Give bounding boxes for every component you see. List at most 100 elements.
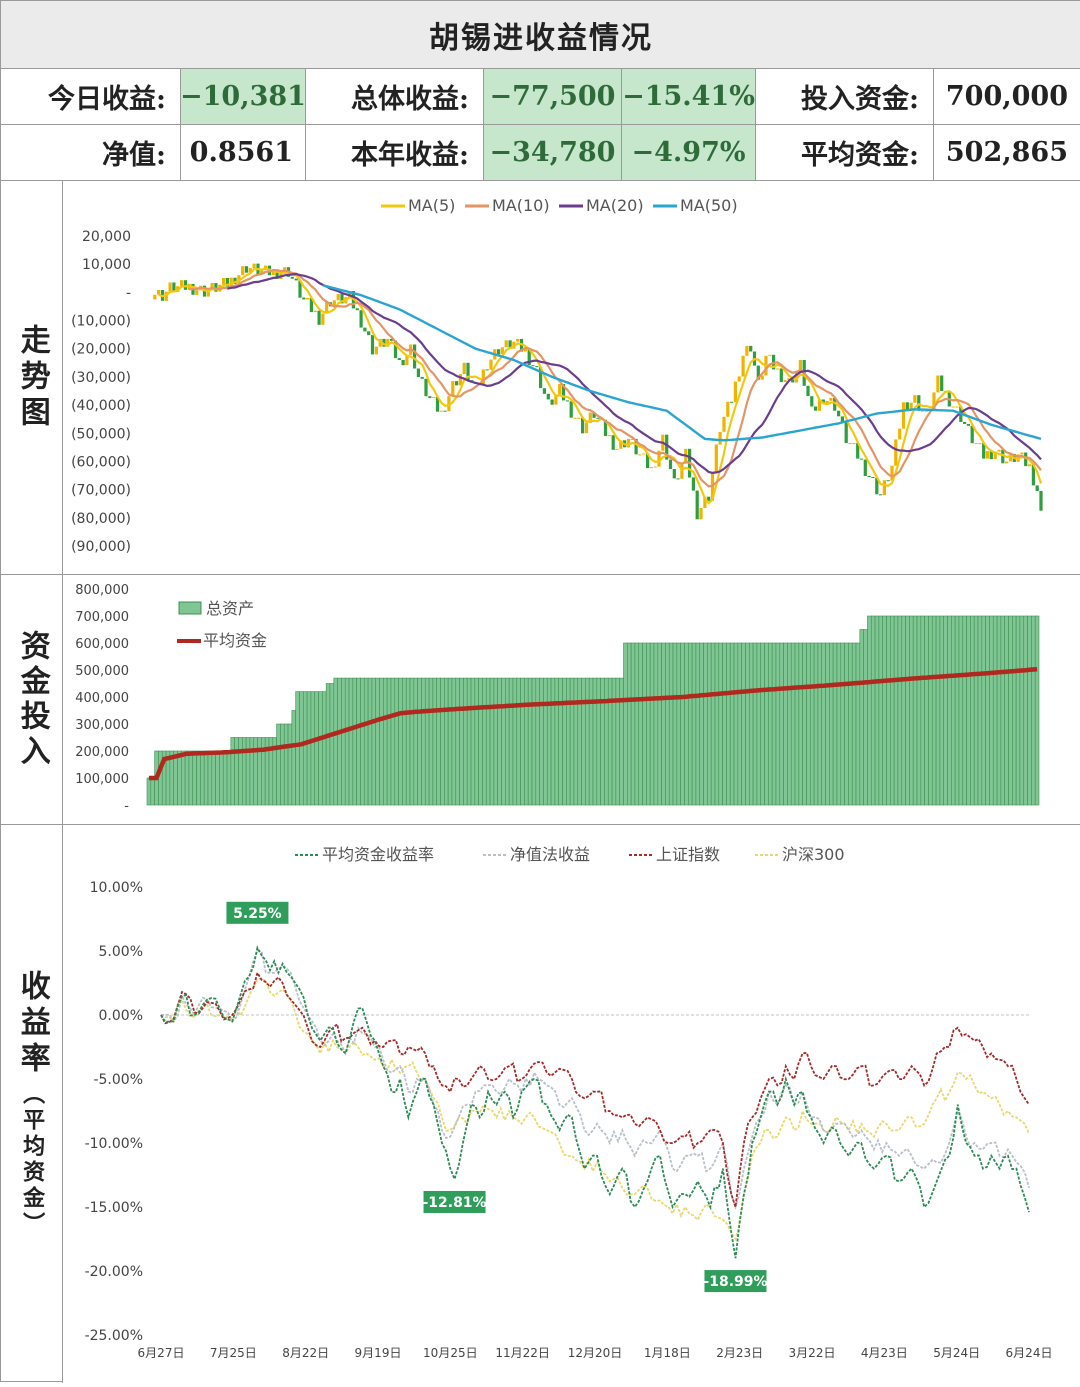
- asset-bar: [150, 777, 155, 806]
- candle: [886, 480, 890, 482]
- asset-bar: [432, 677, 438, 806]
- asset-bar: [665, 642, 670, 806]
- candle: [730, 401, 734, 403]
- y-tick-label: 10,000: [82, 257, 131, 273]
- y-tick-label: 5.00%: [99, 944, 143, 960]
- candle: [363, 327, 367, 332]
- asset-bar: [695, 642, 701, 806]
- returns-legend: 平均资金收益率 净值法收益 上证指数 沪深300: [295, 845, 845, 864]
- asset-bar: [539, 677, 544, 806]
- asset-bar: [771, 642, 777, 806]
- asset-bar: [485, 677, 491, 806]
- series-line-3: [160, 977, 1030, 1242]
- asset-bar: [916, 615, 922, 806]
- asset-bar: [234, 737, 239, 806]
- asset-bar: [207, 750, 213, 806]
- legend-avg-capital-label: 平均资金: [203, 631, 267, 650]
- asset-bar: [646, 642, 651, 806]
- asset-bar: [283, 723, 289, 806]
- asset-bar: [699, 642, 704, 806]
- candle: [222, 278, 226, 285]
- asset-bar: [470, 677, 476, 806]
- candle: [940, 375, 944, 391]
- candle: [718, 431, 722, 445]
- x-tick-label: 4月23日: [861, 1346, 908, 1360]
- asset-bar: [314, 691, 319, 806]
- asset-bar: [276, 723, 281, 806]
- candle: [252, 263, 256, 269]
- total-value: −77,500: [484, 69, 622, 125]
- asset-bar: [337, 677, 342, 806]
- candle: [497, 349, 501, 355]
- asset-bar: [1000, 615, 1005, 806]
- asset-bar: [569, 677, 575, 806]
- legend-ma10-label: MA(10): [492, 196, 550, 215]
- candle: [546, 393, 550, 400]
- candle: [313, 310, 317, 313]
- candle: [1039, 491, 1043, 511]
- asset-bar: [836, 642, 842, 806]
- y-tick-label: 100,000: [75, 772, 129, 787]
- candle: [183, 280, 187, 290]
- asset-bar: [592, 677, 598, 806]
- asset-bar: [444, 677, 449, 806]
- year-pct: −4.97%: [622, 125, 756, 181]
- candle: [565, 400, 569, 402]
- asset-bar: [588, 677, 594, 806]
- candle: [455, 381, 459, 386]
- asset-bar: [543, 677, 548, 806]
- asset-bar: [203, 750, 209, 806]
- y-tick-label: 500,000: [75, 664, 129, 679]
- capital-chart: 800,000 700,000 600,000 500,000 400,000 300,0…: [75, 583, 1040, 814]
- asset-bar: [417, 677, 422, 806]
- asset-bar: [905, 615, 910, 806]
- asset-bar: [840, 642, 845, 806]
- candle: [668, 459, 673, 469]
- y-tick-label: (10,000): [71, 314, 131, 330]
- asset-bar: [996, 615, 1002, 806]
- asset-bar: [466, 677, 472, 806]
- asset-bar: [943, 615, 948, 806]
- asset-bar: [920, 615, 925, 806]
- asset-bar: [424, 677, 430, 806]
- x-tick-label: 8月22日: [282, 1346, 329, 1360]
- y-tick-label: (40,000): [71, 398, 131, 414]
- asset-bar: [977, 615, 983, 806]
- candle: [1005, 461, 1009, 464]
- asset-bar: [825, 642, 830, 806]
- candle: [550, 399, 554, 405]
- x-tick-label: 3月22日: [789, 1346, 836, 1360]
- candle: [672, 469, 676, 479]
- candle: [321, 313, 325, 325]
- asset-bar: [939, 615, 945, 806]
- asset-bar: [607, 677, 613, 806]
- y-tick-label: (90,000): [71, 539, 131, 555]
- candle: [829, 398, 833, 401]
- asset-bar: [299, 691, 304, 806]
- trend-legend: MA(5) MA(10) MA(20) MA(50): [381, 196, 738, 215]
- asset-bar: [638, 642, 643, 806]
- y-tick-label: -: [126, 285, 131, 301]
- asset-bar: [158, 750, 163, 806]
- asset-bar: [245, 737, 251, 806]
- candle: [1035, 485, 1039, 491]
- asset-bar: [893, 615, 899, 806]
- asset-bar: [962, 615, 967, 806]
- candle: [871, 477, 875, 478]
- legend-ma20-label: MA(20): [586, 196, 644, 215]
- candle: [531, 365, 535, 367]
- asset-bar: [192, 750, 197, 806]
- candle: [584, 422, 589, 434]
- candle: [901, 402, 906, 429]
- trend-side-label: 走势图: [1, 181, 63, 575]
- asset-bar: [790, 642, 796, 806]
- total-label: 总体收益:: [306, 69, 484, 125]
- candle: [424, 378, 428, 397]
- asset-bar: [173, 750, 178, 806]
- asset-bar: [848, 642, 853, 806]
- candle: [814, 406, 818, 411]
- candle: [741, 355, 745, 377]
- asset-bar: [970, 615, 975, 806]
- legend-series-3-label: 沪深300: [782, 845, 845, 864]
- asset-bar: [912, 615, 918, 806]
